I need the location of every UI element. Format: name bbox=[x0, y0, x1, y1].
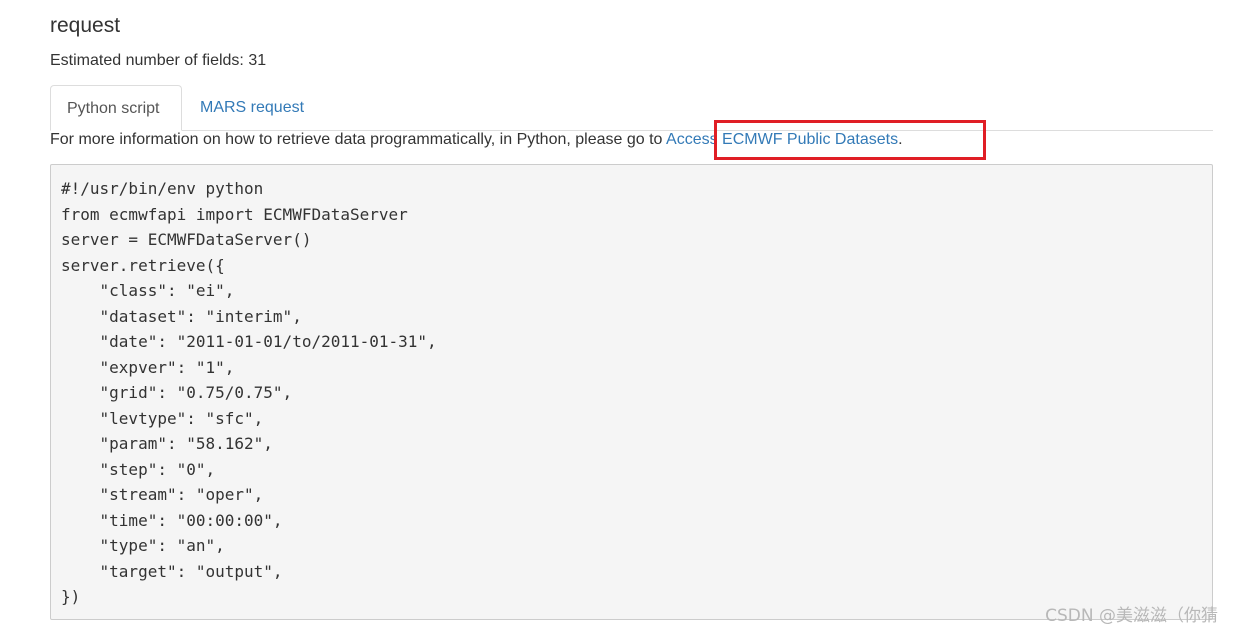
tab-bar: Python script MARS request bbox=[50, 85, 1213, 131]
code-line: "target": "output", bbox=[61, 561, 283, 581]
code-line: "date": "2011-01-01/to/2011-01-31", bbox=[61, 332, 437, 351]
code-line: "param": "58.162", bbox=[61, 434, 273, 453]
code-line: "grid": "0.75/0.75", bbox=[61, 383, 293, 402]
code-line: server = ECMWFDataServer() bbox=[61, 230, 312, 249]
highlight-annotation-box bbox=[714, 120, 986, 160]
code-line: from ecmwfapi import ECMWFDataServer bbox=[61, 204, 408, 224]
section-title: request bbox=[50, 14, 121, 37]
code-line: "dataset": "interim", bbox=[61, 306, 302, 326]
python-code-block: #!/usr/bin/env python from ecmwfapi impor… bbox=[50, 164, 1213, 620]
field-count-text: Estimated number of fields: 31 bbox=[50, 52, 267, 69]
tab-mars-request[interactable]: MARS request bbox=[184, 85, 320, 130]
code-line: #!/usr/bin/env python bbox=[61, 179, 264, 198]
info-prefix: For more information on how to retrieve … bbox=[50, 131, 667, 148]
code-line: "levtype": "sfc", bbox=[61, 408, 264, 428]
code-line: }) bbox=[61, 587, 81, 606]
tab-python-script[interactable]: Python script bbox=[50, 85, 182, 131]
code-line: server.retrieve({ bbox=[61, 255, 225, 275]
code-line: "expver": "1", bbox=[61, 357, 235, 377]
code-line: "time": "00:00:00", bbox=[61, 510, 283, 530]
code-line: "step": "0", bbox=[61, 459, 216, 479]
csdn-watermark: CSDN @美滋滋（你猜 bbox=[1045, 606, 1218, 626]
code-line: "type": "an", bbox=[61, 536, 225, 555]
code-line: "class": "ei", bbox=[61, 281, 235, 300]
code-line: "stream": "oper", bbox=[61, 485, 264, 504]
